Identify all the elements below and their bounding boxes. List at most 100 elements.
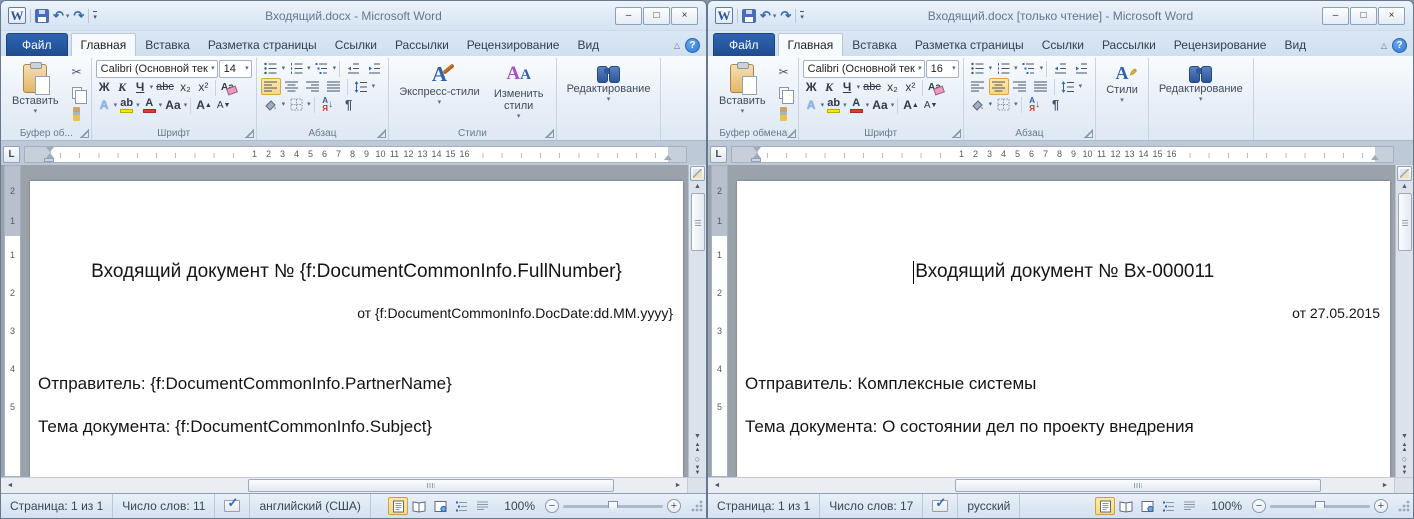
select-browse-object-button[interactable]: ○	[1402, 455, 1407, 464]
copy-button[interactable]	[67, 84, 87, 102]
text-effects-dropdown-icon[interactable]: ▾	[114, 103, 118, 109]
format-painter-button[interactable]	[67, 105, 87, 123]
select-browse-object-button[interactable]: ○	[695, 455, 700, 464]
tab-insert[interactable]: Вставка	[136, 34, 199, 56]
horizontal-ruler[interactable]: 12345678910111213141516	[731, 146, 1394, 163]
paste-dropdown-icon[interactable]: ▾	[741, 109, 745, 115]
font-name-combo[interactable]: Calibri (Основной тек▾	[803, 60, 925, 78]
tab-review[interactable]: Рецензирование	[1165, 34, 1276, 56]
scroll-left-icon[interactable]: ◄	[2, 479, 18, 492]
justify-button[interactable]	[324, 78, 344, 95]
grow-font-button[interactable]: А▲	[901, 97, 921, 114]
help-icon[interactable]: ?	[685, 38, 700, 53]
document-page[interactable]: Входящий документ № Вх-000011 от 27.05.2…	[737, 181, 1390, 477]
font-size-combo[interactable]: 16▾	[926, 60, 959, 78]
superscript-button[interactable]: x²	[902, 79, 919, 96]
customize-qat-icon[interactable]: ▾	[93, 11, 97, 21]
right-indent-marker[interactable]	[1371, 151, 1379, 160]
shading-dropdown-icon[interactable]: ▾	[282, 102, 286, 108]
close-button[interactable]: ×	[1378, 7, 1405, 25]
quick-styles-button[interactable]: А Экспресс-стили ▾	[393, 60, 485, 110]
increase-indent-button[interactable]	[1071, 60, 1091, 77]
tab-mailings[interactable]: Рассылки	[386, 34, 458, 56]
font-color-button[interactable]: А	[141, 97, 158, 114]
spellcheck-cell[interactable]	[923, 494, 958, 518]
clipboard-dialog-launcher[interactable]	[80, 129, 89, 138]
numbering-button[interactable]	[993, 60, 1013, 77]
zoom-slider[interactable]	[1270, 505, 1370, 508]
quick-styles-dropdown-icon[interactable]: ▾	[438, 100, 442, 106]
italic-button[interactable]: К	[114, 79, 131, 96]
minimize-button[interactable]: –	[615, 7, 642, 25]
document-subject-line[interactable]: Тема документа: О состоянии дел по проек…	[745, 417, 1194, 437]
tab-stop-selector[interactable]: L	[3, 146, 20, 163]
multilevel-list-button[interactable]	[312, 60, 332, 77]
align-center-button[interactable]	[282, 78, 302, 95]
spellcheck-cell[interactable]	[215, 494, 250, 518]
change-case-dropdown-icon[interactable]: ▾	[891, 103, 895, 109]
vertical-ruler[interactable]: 21 12345	[4, 165, 21, 477]
customize-qat-icon[interactable]: ▾	[800, 11, 804, 21]
highlight-button[interactable]: ab	[118, 97, 135, 114]
font-color-dropdown-icon[interactable]: ▾	[159, 103, 163, 109]
bold-button[interactable]: Ж	[96, 79, 113, 96]
word-count-cell[interactable]: Число слов: 11	[113, 494, 215, 518]
print-layout-view-button[interactable]	[1095, 497, 1115, 515]
title-bar[interactable]: W ↶ ▾ ↷ ▾ Входящий.docx [только чтение] …	[708, 1, 1413, 31]
change-styles-button[interactable]: АА Изменить стили ▾	[486, 60, 552, 124]
scroll-up-icon[interactable]: ▲	[694, 183, 701, 191]
text-effects-dropdown-icon[interactable]: ▾	[821, 103, 825, 109]
shading-button[interactable]	[968, 96, 988, 113]
word-count-cell[interactable]: Число слов: 17	[820, 494, 923, 518]
close-button[interactable]: ×	[671, 7, 698, 25]
resize-grip[interactable]	[1398, 500, 1410, 512]
word-logo-icon[interactable]: W	[8, 7, 26, 24]
save-icon[interactable]	[742, 9, 756, 23]
highlight-button[interactable]: ab	[825, 97, 842, 114]
shading-button[interactable]	[261, 96, 281, 113]
multilevel-list-button[interactable]	[1019, 60, 1039, 77]
word-logo-icon[interactable]: W	[715, 7, 733, 24]
paste-button[interactable]: Вставить ▾	[6, 60, 65, 119]
styles-dialog-launcher[interactable]	[545, 129, 554, 138]
editing-dropdown-icon[interactable]: ▾	[607, 97, 611, 103]
strikethrough-button[interactable]: abc	[861, 79, 883, 96]
maximize-button[interactable]: □	[1350, 7, 1377, 25]
document-sender-line[interactable]: Отправитель: Комплексные системы	[745, 374, 1036, 394]
draft-view-button[interactable]	[1179, 497, 1199, 515]
sort-button[interactable]: АЯ↓	[1025, 96, 1045, 113]
increase-indent-button[interactable]	[364, 60, 384, 77]
save-icon[interactable]	[35, 9, 49, 23]
minimize-button[interactable]: –	[1322, 7, 1349, 25]
italic-button[interactable]: К	[821, 79, 838, 96]
horizontal-scrollbar[interactable]: ◄ ►	[1, 477, 706, 493]
underline-dropdown-icon[interactable]: ▾	[857, 85, 861, 91]
undo-dropdown-icon[interactable]: ▾	[773, 12, 777, 20]
vertical-scrollbar[interactable]: ▲ ▼ ▲▲ ○ ▼▼	[688, 165, 706, 477]
draft-view-button[interactable]	[472, 497, 492, 515]
web-layout-view-button[interactable]	[430, 497, 450, 515]
multilevel-dropdown-icon[interactable]: ▾	[1040, 66, 1044, 72]
horizontal-scroll-thumb[interactable]	[248, 479, 615, 492]
scroll-up-icon[interactable]: ▲	[1401, 183, 1408, 191]
clipboard-dialog-launcher[interactable]	[787, 129, 796, 138]
zoom-level[interactable]: 100%	[498, 499, 541, 513]
tab-mailings[interactable]: Рассылки	[1093, 34, 1165, 56]
tab-view[interactable]: Вид	[1275, 34, 1315, 56]
change-case-button[interactable]: Аа	[870, 97, 890, 114]
paragraph-dialog-launcher[interactable]	[377, 129, 386, 138]
resize-grip[interactable]	[691, 500, 703, 512]
bullets-button[interactable]	[968, 60, 988, 77]
borders-button[interactable]	[286, 96, 306, 113]
subscript-button[interactable]: x₂	[884, 79, 901, 96]
align-center-button[interactable]	[989, 78, 1009, 95]
font-dialog-launcher[interactable]	[245, 129, 254, 138]
vertical-scroll-thumb[interactable]	[1398, 193, 1412, 251]
web-layout-view-button[interactable]	[1137, 497, 1157, 515]
outline-view-button[interactable]	[1158, 497, 1178, 515]
document-heading-line[interactable]: Входящий документ № {f:DocumentCommonInf…	[30, 261, 683, 283]
horizontal-scrollbar[interactable]: ◄ ►	[708, 477, 1413, 493]
minimize-ribbon-icon[interactable]: △	[1381, 41, 1387, 50]
tab-home[interactable]: Главная	[778, 33, 844, 56]
decrease-indent-button[interactable]	[343, 60, 363, 77]
